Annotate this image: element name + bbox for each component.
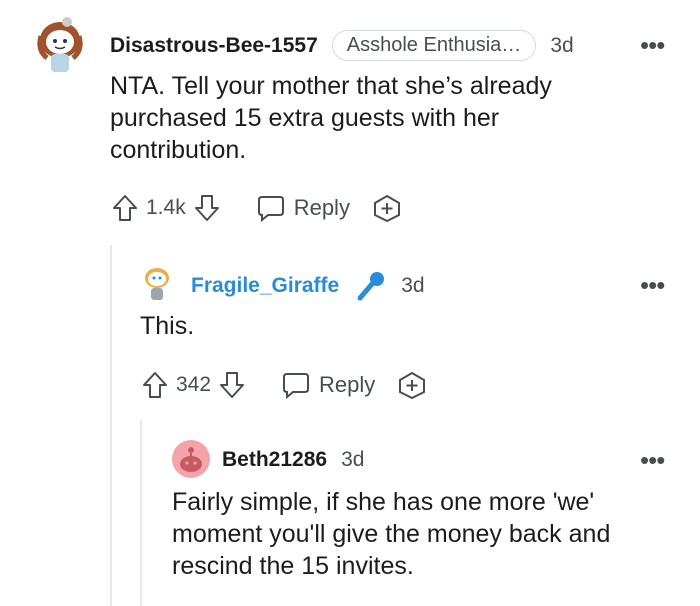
reply-button[interactable]: Reply xyxy=(256,194,350,222)
user-flair[interactable]: Asshole Enthusia… xyxy=(331,30,537,61)
comment-body: Fairly simple, if she has one more 'we' … xyxy=(172,488,611,580)
user-avatar[interactable] xyxy=(142,264,172,304)
comment-body: NTA. Tell your mother that she’s already… xyxy=(110,72,552,164)
upvote-icon[interactable] xyxy=(110,193,140,223)
comment-1: Disastrous-Bee-1557 Asshole Enthusia… 3d… xyxy=(0,0,700,240)
award-plus-icon[interactable] xyxy=(397,370,427,400)
comment-timestamp[interactable]: 3d xyxy=(401,274,424,298)
comment-author[interactable]: Fragile_Giraffe xyxy=(191,274,339,298)
more-options-icon[interactable]: ••• xyxy=(640,447,665,473)
microphone-icon xyxy=(355,270,387,302)
downvote-icon[interactable] xyxy=(217,370,247,400)
more-options-icon[interactable]: ••• xyxy=(640,32,665,58)
comment-2: Fragile_Giraffe 3d ••• This. 342 Reply xyxy=(0,250,700,420)
more-options-icon[interactable]: ••• xyxy=(640,272,665,298)
downvote-icon[interactable] xyxy=(192,193,222,223)
comment-bubble-icon xyxy=(257,196,284,222)
snoo-avatar-icon xyxy=(37,17,83,72)
comment-author[interactable]: Disastrous-Bee-1557 xyxy=(110,34,318,58)
award-plus-icon[interactable] xyxy=(372,193,402,223)
upvote-icon[interactable] xyxy=(140,370,170,400)
reply-label: Reply xyxy=(293,195,350,220)
comment-bubble-icon xyxy=(283,373,310,399)
comment-timestamp[interactable]: 3d xyxy=(550,34,573,58)
comment-3: Beth21286 3d ••• Fairly simple, if she h… xyxy=(0,430,700,606)
vote-count: 1.4k xyxy=(146,196,186,219)
reply-label: Reply xyxy=(319,372,376,397)
snoo-avatar-icon xyxy=(145,268,169,300)
vote-count: 342 xyxy=(176,373,212,396)
comment-author[interactable]: Beth21286 xyxy=(222,448,327,472)
comment-timestamp[interactable]: 3d xyxy=(341,448,364,472)
user-avatar[interactable] xyxy=(33,14,87,78)
snoo-avatar-icon xyxy=(180,447,202,472)
user-avatar[interactable] xyxy=(172,440,210,478)
reply-button[interactable]: Reply xyxy=(281,371,375,399)
comment-body: This. xyxy=(140,312,195,340)
